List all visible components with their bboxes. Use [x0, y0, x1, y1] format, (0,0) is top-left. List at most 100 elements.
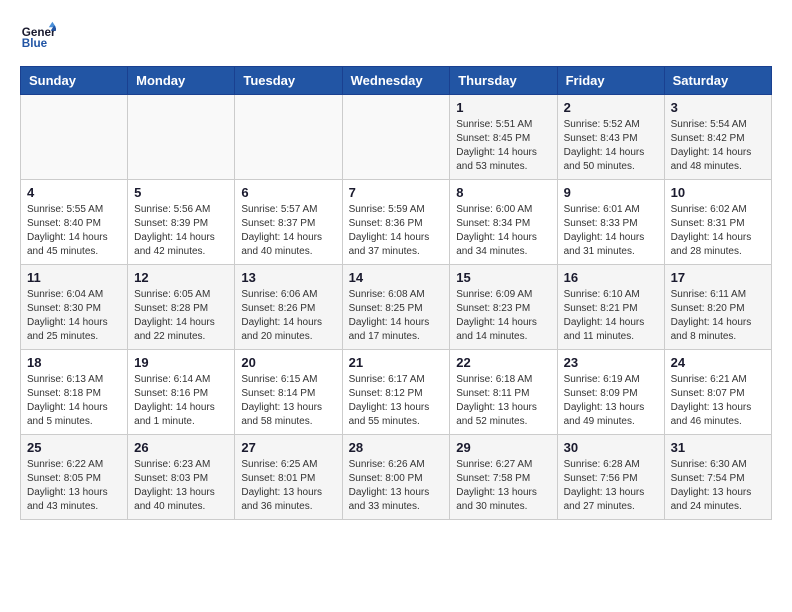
- day-number: 29: [456, 440, 550, 455]
- calendar-week-4: 18 Sunrise: 6:13 AM Sunset: 8:18 PM Dayli…: [21, 350, 772, 435]
- calendar-cell: [235, 95, 342, 180]
- calendar-cell: 23Sunrise: 6:19 AM Sunset: 8:09 PM Dayli…: [557, 350, 664, 435]
- day-number: 6: [241, 185, 335, 200]
- day-number: 20: [241, 355, 335, 370]
- day-number: 8: [456, 185, 550, 200]
- day-info: Sunrise: 6:01 AM Sunset: 8:33 PM Dayligh…: [564, 203, 658, 259]
- calendar-cell: 24 Sunrise: 6:21 AM Sunset: 8:07 PM Dayli…: [664, 350, 771, 435]
- day-info: Sunrise: 6:13 AM Sunset: 8:18 PM Dayligh…: [27, 373, 121, 429]
- calendar-cell: 12 Sunrise: 6:05 AM Sunset: 8:28 PM Dayli…: [128, 265, 235, 350]
- day-number: 10: [671, 185, 765, 200]
- day-info: Sunrise: 6:11 AM Sunset: 8:20 PM Dayligh…: [671, 288, 765, 344]
- day-number: 30: [564, 440, 658, 455]
- calendar-cell: 19 Sunrise: 6:14 AM Sunset: 8:16 PM Dayli…: [128, 350, 235, 435]
- weekday-header-wednesday: Wednesday: [342, 67, 450, 95]
- day-number: 2: [564, 100, 658, 115]
- calendar-cell: 28Sunrise: 6:26 AM Sunset: 8:00 PM Dayli…: [342, 435, 450, 520]
- day-number: 23: [564, 355, 658, 370]
- day-info: Sunrise: 5:57 AM Sunset: 8:37 PM Dayligh…: [241, 203, 335, 259]
- calendar-cell: [21, 95, 128, 180]
- calendar-cell: [342, 95, 450, 180]
- day-number: 15: [456, 270, 550, 285]
- weekday-header-thursday: Thursday: [450, 67, 557, 95]
- calendar-cell: 14 Sunrise: 6:08 AM Sunset: 8:25 PM Dayli…: [342, 265, 450, 350]
- calendar-cell: 10Sunrise: 6:02 AM Sunset: 8:31 PM Dayli…: [664, 180, 771, 265]
- day-info: Sunrise: 6:17 AM Sunset: 8:12 PM Dayligh…: [349, 373, 444, 429]
- calendar-cell: 20 Sunrise: 6:15 AM Sunset: 8:14 PM Dayli…: [235, 350, 342, 435]
- day-info: Sunrise: 6:30 AM Sunset: 7:54 PM Dayligh…: [671, 458, 765, 514]
- day-number: 22: [456, 355, 550, 370]
- day-number: 5: [134, 185, 228, 200]
- day-number: 9: [564, 185, 658, 200]
- day-number: 24: [671, 355, 765, 370]
- day-number: 4: [27, 185, 121, 200]
- day-info: Sunrise: 6:22 AM Sunset: 8:05 PM Dayligh…: [27, 458, 121, 514]
- day-number: 17: [671, 270, 765, 285]
- day-info: Sunrise: 6:25 AM Sunset: 8:01 PM Dayligh…: [241, 458, 335, 514]
- logo-icon: General Blue: [20, 20, 56, 56]
- calendar-cell: 22 Sunrise: 6:18 AM Sunset: 8:11 PM Dayli…: [450, 350, 557, 435]
- day-info: Sunrise: 6:00 AM Sunset: 8:34 PM Dayligh…: [456, 203, 550, 259]
- calendar-cell: 31 Sunrise: 6:30 AM Sunset: 7:54 PM Dayli…: [664, 435, 771, 520]
- logo: General Blue: [20, 20, 60, 56]
- calendar-cell: 29 Sunrise: 6:27 AM Sunset: 7:58 PM Dayli…: [450, 435, 557, 520]
- day-info: Sunrise: 6:27 AM Sunset: 7:58 PM Dayligh…: [456, 458, 550, 514]
- day-number: 28: [349, 440, 444, 455]
- calendar-cell: 8 Sunrise: 6:00 AM Sunset: 8:34 PM Daylig…: [450, 180, 557, 265]
- day-info: Sunrise: 5:59 AM Sunset: 8:36 PM Dayligh…: [349, 203, 444, 259]
- day-number: 14: [349, 270, 444, 285]
- day-number: 31: [671, 440, 765, 455]
- day-info: Sunrise: 5:56 AM Sunset: 8:39 PM Dayligh…: [134, 203, 228, 259]
- calendar-cell: 26Sunrise: 6:23 AM Sunset: 8:03 PM Dayli…: [128, 435, 235, 520]
- day-info: Sunrise: 6:18 AM Sunset: 8:11 PM Dayligh…: [456, 373, 550, 429]
- day-info: Sunrise: 6:05 AM Sunset: 8:28 PM Dayligh…: [134, 288, 228, 344]
- calendar-cell: 4 Sunrise: 5:55 AM Sunset: 8:40 PM Daylig…: [21, 180, 128, 265]
- day-number: 21: [349, 355, 444, 370]
- calendar-cell: 5 Sunrise: 5:56 AM Sunset: 8:39 PM Daylig…: [128, 180, 235, 265]
- day-info: Sunrise: 5:55 AM Sunset: 8:40 PM Dayligh…: [27, 203, 121, 259]
- calendar-cell: 11 Sunrise: 6:04 AM Sunset: 8:30 PM Dayli…: [21, 265, 128, 350]
- day-info: Sunrise: 6:08 AM Sunset: 8:25 PM Dayligh…: [349, 288, 444, 344]
- calendar-week-2: 4 Sunrise: 5:55 AM Sunset: 8:40 PM Daylig…: [21, 180, 772, 265]
- day-number: 18: [27, 355, 121, 370]
- day-info: Sunrise: 6:04 AM Sunset: 8:30 PM Dayligh…: [27, 288, 121, 344]
- calendar-cell: 2Sunrise: 5:52 AM Sunset: 8:43 PM Daylig…: [557, 95, 664, 180]
- day-number: 27: [241, 440, 335, 455]
- svg-text:Blue: Blue: [22, 37, 48, 50]
- calendar-week-5: 25 Sunrise: 6:22 AM Sunset: 8:05 PM Dayli…: [21, 435, 772, 520]
- day-number: 25: [27, 440, 121, 455]
- day-info: Sunrise: 6:09 AM Sunset: 8:23 PM Dayligh…: [456, 288, 550, 344]
- day-number: 1: [456, 100, 550, 115]
- calendar-week-1: 1 Sunrise: 5:51 AM Sunset: 8:45 PM Daylig…: [21, 95, 772, 180]
- weekday-header-saturday: Saturday: [664, 67, 771, 95]
- day-info: Sunrise: 5:51 AM Sunset: 8:45 PM Dayligh…: [456, 118, 550, 174]
- day-info: Sunrise: 6:28 AM Sunset: 7:56 PM Dayligh…: [564, 458, 658, 514]
- weekday-header-sunday: Sunday: [21, 67, 128, 95]
- calendar-table: SundayMondayTuesdayWednesdayThursdayFrid…: [20, 66, 772, 520]
- day-number: 11: [27, 270, 121, 285]
- calendar-week-3: 11 Sunrise: 6:04 AM Sunset: 8:30 PM Dayli…: [21, 265, 772, 350]
- weekday-header-tuesday: Tuesday: [235, 67, 342, 95]
- day-number: 19: [134, 355, 228, 370]
- day-info: Sunrise: 6:21 AM Sunset: 8:07 PM Dayligh…: [671, 373, 765, 429]
- calendar-cell: 30 Sunrise: 6:28 AM Sunset: 7:56 PM Dayli…: [557, 435, 664, 520]
- calendar-cell: 9 Sunrise: 6:01 AM Sunset: 8:33 PM Daylig…: [557, 180, 664, 265]
- header: General Blue: [20, 20, 772, 56]
- calendar-cell: 13 Sunrise: 6:06 AM Sunset: 8:26 PM Dayli…: [235, 265, 342, 350]
- day-info: Sunrise: 6:15 AM Sunset: 8:14 PM Dayligh…: [241, 373, 335, 429]
- calendar-cell: 16Sunrise: 6:10 AM Sunset: 8:21 PM Dayli…: [557, 265, 664, 350]
- calendar-cell: 6 Sunrise: 5:57 AM Sunset: 8:37 PM Daylig…: [235, 180, 342, 265]
- day-number: 7: [349, 185, 444, 200]
- calendar-cell: 15 Sunrise: 6:09 AM Sunset: 8:23 PM Dayli…: [450, 265, 557, 350]
- calendar-cell: 3Sunrise: 5:54 AM Sunset: 8:42 PM Daylig…: [664, 95, 771, 180]
- calendar-cell: 18 Sunrise: 6:13 AM Sunset: 8:18 PM Dayli…: [21, 350, 128, 435]
- calendar-cell: 21 Sunrise: 6:17 AM Sunset: 8:12 PM Dayli…: [342, 350, 450, 435]
- day-info: Sunrise: 6:06 AM Sunset: 8:26 PM Dayligh…: [241, 288, 335, 344]
- weekday-header-friday: Friday: [557, 67, 664, 95]
- weekday-header-row: SundayMondayTuesdayWednesdayThursdayFrid…: [21, 67, 772, 95]
- day-number: 3: [671, 100, 765, 115]
- day-info: Sunrise: 6:14 AM Sunset: 8:16 PM Dayligh…: [134, 373, 228, 429]
- day-info: Sunrise: 6:23 AM Sunset: 8:03 PM Dayligh…: [134, 458, 228, 514]
- day-number: 12: [134, 270, 228, 285]
- day-number: 13: [241, 270, 335, 285]
